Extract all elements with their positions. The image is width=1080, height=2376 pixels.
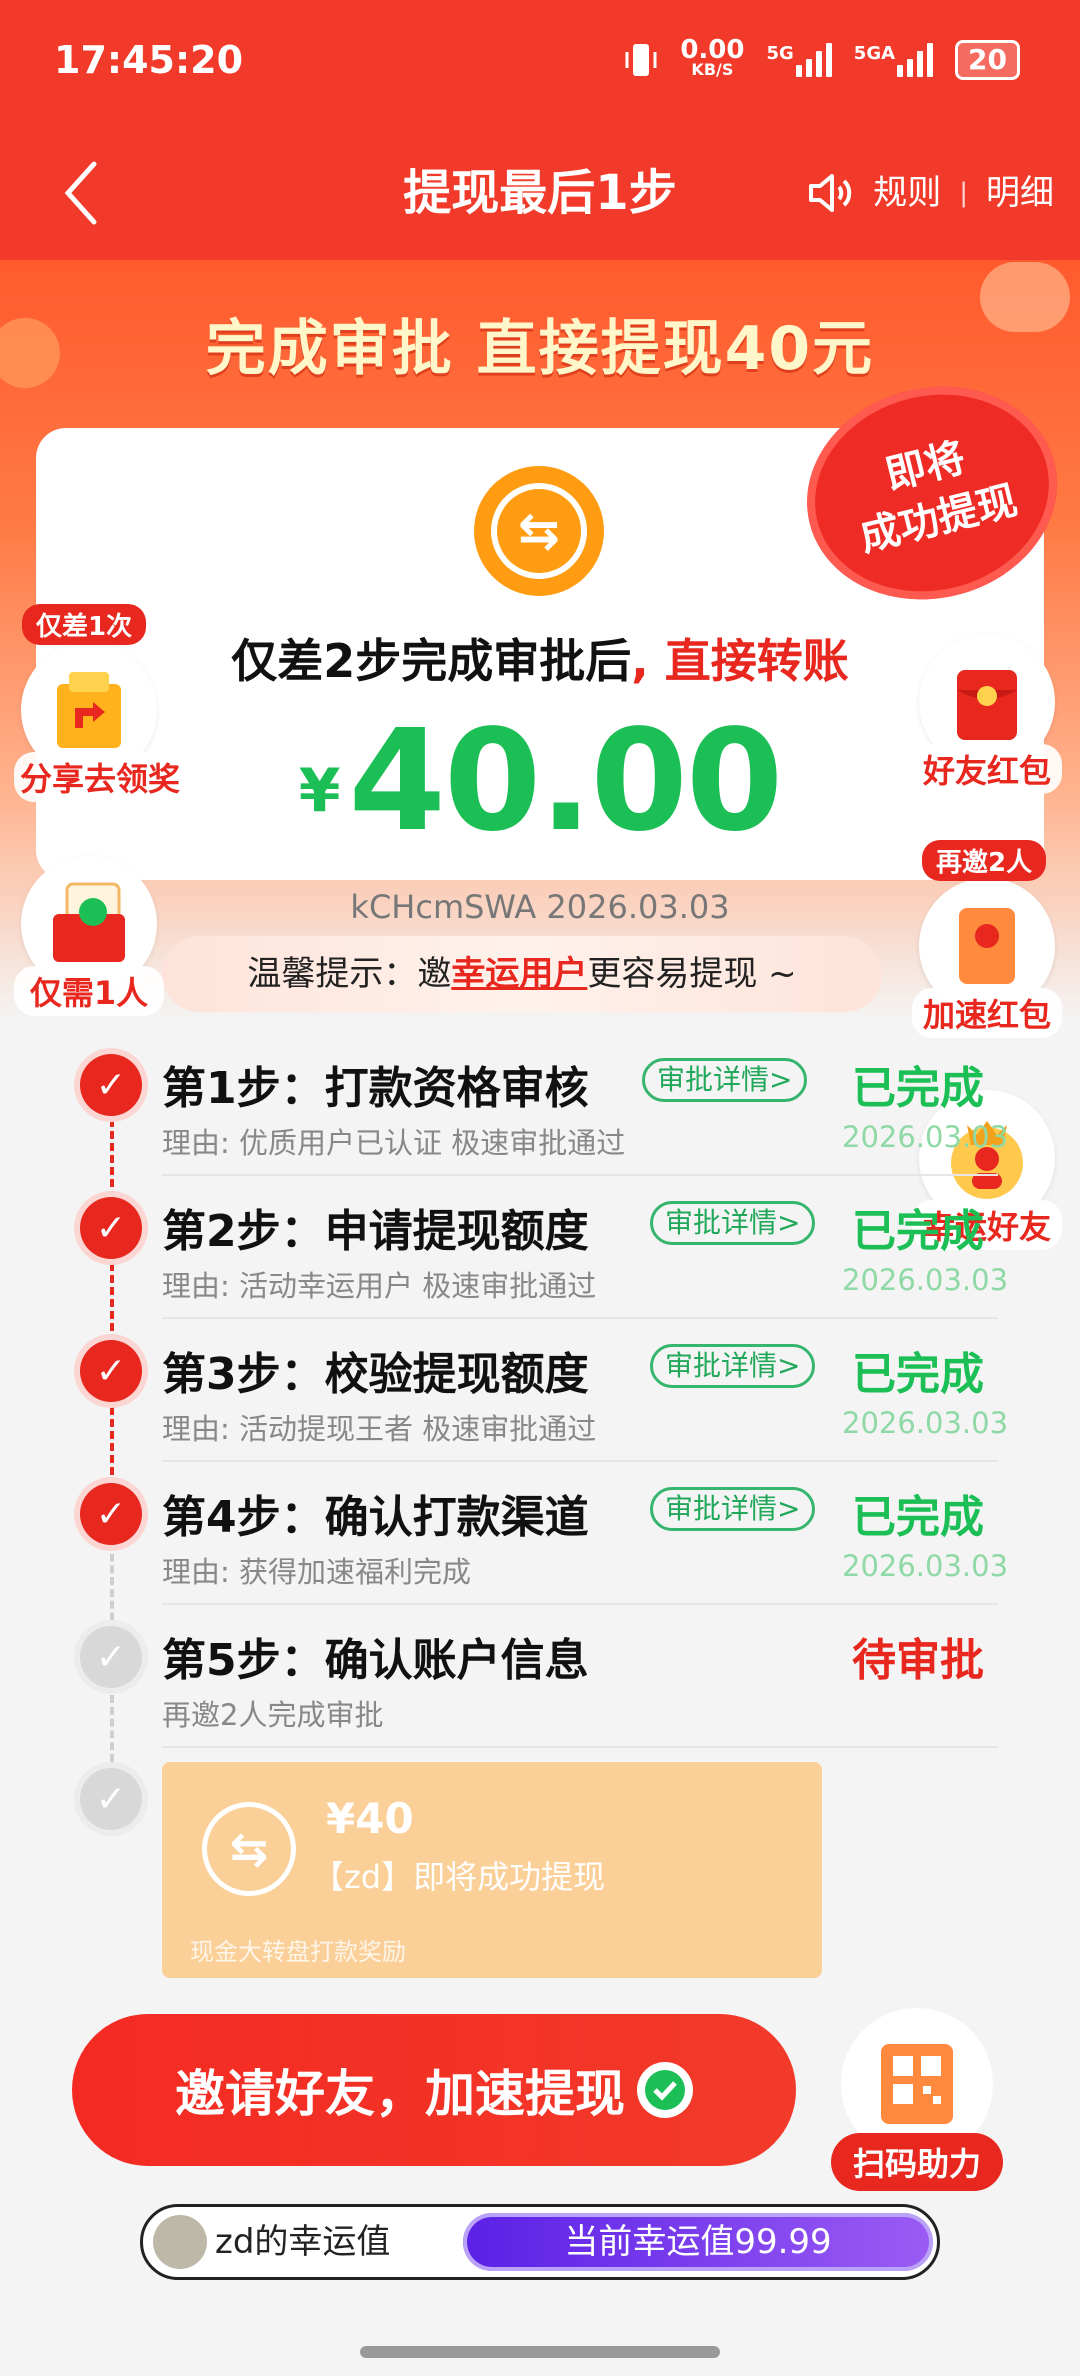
wechat-icon <box>637 2062 693 2118</box>
check-done-icon: ✓ <box>80 1054 142 1116</box>
step-status: 已完成 <box>852 1349 984 1400</box>
step-row: ✓ 第2步：申请提现额度 审批详情> 已完成 理由: 活动幸运用户 极速审批通过… <box>0 1183 1080 1326</box>
signal-bars-icon <box>795 43 832 77</box>
step-status: 已完成 <box>852 1206 984 1257</box>
step-date: 2026.03.03 <box>842 1406 1009 1440</box>
divider <box>162 1460 998 1462</box>
one-person-label: 仅需1人 <box>14 966 164 1016</box>
divider <box>162 1317 998 1319</box>
check-done-icon: ✓ <box>80 1340 142 1402</box>
approval-detail-button[interactable]: 审批详情> <box>650 1344 816 1388</box>
scan-assist-float[interactable]: 扫码助力 <box>820 2008 1014 2191</box>
lucky-value-bar: zd的幸运值 当前幸运值99.99 <box>140 2204 940 2280</box>
nav-divider: | <box>959 178 968 208</box>
step-title: 第1步：打款资格审核 <box>162 1063 589 1114</box>
approval-detail-button[interactable]: 审批详情> <box>650 1201 816 1245</box>
invite-button-label: 邀请好友，加速提现 <box>175 2065 625 2123</box>
one-person-float[interactable]: 仅需1人 <box>14 856 164 1016</box>
step-reason: 理由: 优质用户已认证 极速审批通过 <box>162 1126 626 1160</box>
signal-5ga: 5GA <box>854 43 934 77</box>
lucky-value-progress: 当前幸运值99.99 <box>463 2213 933 2271</box>
payout-source: 现金大转盘打款奖励 <box>190 1938 406 1966</box>
approval-detail-button[interactable]: 审批详情> <box>642 1058 808 1102</box>
orange-envelope-icon <box>959 908 1015 984</box>
status-time: 17:45:20 <box>54 38 244 82</box>
rules-link[interactable]: 规则 <box>873 158 941 228</box>
step-row: ✓ 第4步：确认打款渠道 审批详情> 已完成 理由: 获得加速福利完成 2026… <box>0 1469 1080 1612</box>
divider <box>162 1174 998 1176</box>
battery-indicator: 20 <box>955 40 1020 80</box>
transfer-icon: ⇆ <box>474 466 604 596</box>
payout-card: ⇆ ¥40 【zd】即将成功提现 现金大转盘打款奖励 <box>162 1762 822 1978</box>
payout-amount: ¥40 <box>326 1794 414 1843</box>
share-badge: 仅差1次 <box>22 604 147 645</box>
friend-redpack-label: 好友红包 <box>912 744 1062 794</box>
net-speed: 0.00 KB/S <box>680 35 745 79</box>
headline: 完成审批 直接提现40元 <box>205 314 875 384</box>
details-link[interactable]: 明细 <box>986 158 1054 228</box>
step-row: ✓ 第1步：打款资格审核 审批详情> 已完成 理由: 优质用户已认证 极速审批通… <box>0 1040 1080 1183</box>
check-done-icon: ✓ <box>80 1483 142 1545</box>
step-reason: 理由: 活动提现王者 极速审批通过 <box>162 1412 597 1446</box>
status-indicators: 0.00 KB/S 5G 5GA 20 <box>624 35 1020 80</box>
home-indicator[interactable] <box>360 2346 720 2358</box>
nav-actions: 规则 | 明细 <box>807 158 1054 228</box>
step-status: 待审批 <box>852 1635 984 1686</box>
wechat-envelope-icon <box>53 882 125 962</box>
signal-5g: 5G <box>766 43 832 77</box>
step-status: 已完成 <box>852 1063 984 1114</box>
share-box-icon <box>57 672 121 748</box>
step-title: 第5步：确认账户信息 <box>162 1635 589 1686</box>
divider <box>162 1603 998 1605</box>
payout-desc: 【zd】即将成功提现 <box>312 1858 606 1896</box>
step-row: ✓ 第5步：确认账户信息 待审批 再邀2人完成审批 <box>0 1612 1080 1755</box>
status-bar: 17:45:20 0.00 KB/S 5G 5GA 20 <box>0 0 1080 128</box>
scan-assist-label: 扫码助力 <box>830 2133 1003 2191</box>
step-reason: 理由: 获得加速福利完成 <box>162 1555 471 1589</box>
step-reason: 理由: 活动幸运用户 极速审批通过 <box>162 1269 597 1303</box>
step-date: 2026.03.03 <box>842 1263 1009 1297</box>
step-date: 2026.03.03 <box>842 1549 1009 1583</box>
avatar <box>153 2215 207 2269</box>
check-pending-icon: ✓ <box>80 1626 142 1688</box>
speed-redpack-badge: 再邀2人 <box>922 840 1047 881</box>
step-title: 第2步：申请提现额度 <box>162 1206 589 1257</box>
share-reward-float[interactable]: 仅差1次 分享去领奖 <box>14 604 180 802</box>
step-title: 第3步：校验提现额度 <box>162 1349 589 1400</box>
speaker-icon[interactable] <box>807 171 855 215</box>
speed-redpack-float[interactable]: 再邀2人 加速红包 <box>912 840 1062 1038</box>
check-done-icon: ✓ <box>80 1197 142 1259</box>
signal-bars-icon <box>897 43 934 77</box>
step-title: 第4步：确认打款渠道 <box>162 1492 589 1543</box>
share-label: 分享去领奖 <box>14 752 180 802</box>
red-envelope-icon <box>957 670 1017 740</box>
check-pending-icon: ✓ <box>80 1768 142 1830</box>
divider <box>162 1746 998 1748</box>
tip-banner[interactable]: 温馨提示：邀幸运用户更容易提现 ~ <box>162 936 882 1012</box>
vibrate-icon <box>625 44 657 76</box>
lucky-username: zd的幸运值 <box>215 2222 391 2262</box>
qr-code-icon <box>881 2044 953 2124</box>
step-row: ✓ 第3步：校验提现额度 审批详情> 已完成 理由: 活动提现王者 极速审批通过… <box>0 1326 1080 1469</box>
step-date: 2026.03.03 <box>842 1120 1009 1154</box>
friend-redpack-float[interactable]: 好友红包 <box>912 634 1062 794</box>
approval-detail-button[interactable]: 审批详情> <box>650 1487 816 1531</box>
step-reason: 再邀2人完成审批 <box>162 1698 384 1732</box>
transfer-icon: ⇆ <box>202 1802 296 1896</box>
speed-redpack-label: 加速红包 <box>912 988 1062 1038</box>
step-status: 已完成 <box>852 1492 984 1543</box>
invite-friends-button[interactable]: 邀请好友，加速提现 <box>72 2014 796 2166</box>
